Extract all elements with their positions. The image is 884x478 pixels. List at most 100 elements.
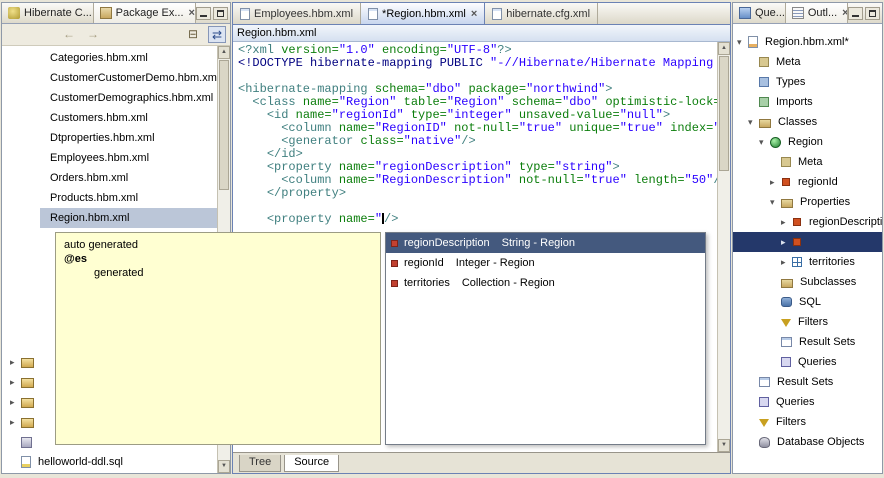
outline-item[interactable]: Meta [733,152,882,172]
code-token: name= [303,95,339,109]
package-explorer-item[interactable]: helloworld-ddl.sql [2,452,217,472]
tab-hibernate-configurations[interactable]: Hibernate C... [2,3,94,23]
package-explorer-item[interactable]: Dtproperties.hbm.xml [2,128,217,148]
tab-outline[interactable]: Outl... × [786,3,848,23]
editor-tab-label: hibernate.cfg.xml [506,8,590,20]
page-tab-tree[interactable]: Tree [239,455,281,472]
package-explorer-item[interactable]: Region.hbm.xml [2,208,217,228]
outline-item[interactable]: Imports [733,92,882,112]
meta-icon [759,57,769,67]
outline-item[interactable]: Result Sets [733,372,882,392]
page-tab-source[interactable]: Source [284,455,339,472]
outline-item[interactable]: Types [733,72,882,92]
collapsed-arrow-icon[interactable]: ▸ [10,357,21,368]
expanded-arrow-icon[interactable]: ▾ [759,137,770,148]
tree-item-label [38,361,44,363]
collapsed-arrow-icon[interactable]: ▸ [10,417,21,428]
outline-item[interactable]: Queries [733,392,882,412]
close-icon[interactable]: × [471,8,477,20]
code-token: "-//Hibernate/Hibernate Mapping DTD 3.0/… [490,56,717,70]
package-explorer-item[interactable]: Categories.hbm.xml [2,48,217,68]
outline-item[interactable]: ▾Classes [733,112,882,132]
code-token: "true" [584,173,627,187]
xml-file-icon [240,8,250,20]
outline-icon [792,7,804,19]
collapse-all-icon[interactable]: ⊟ [184,26,202,43]
outline-item[interactable]: SQL [733,292,882,312]
forward-icon[interactable]: → [84,26,102,43]
editor-breadcrumb: Region.hbm.xml [233,25,730,42]
code-token: unique= [569,121,619,135]
tab-queries[interactable]: Que... [733,3,786,23]
package-explorer-item[interactable]: Customers.hbm.xml [2,108,217,128]
package-explorer-item[interactable]: Employees.hbm.xml [2,148,217,168]
package-explorer-item[interactable]: Products.hbm.xml [2,188,217,208]
editor-tab-hibernate-cfg[interactable]: hibernate.cfg.xml [485,3,598,24]
scrollbar-thumb[interactable] [719,56,729,171]
outline-item[interactable]: Database Objects [733,432,882,452]
autocomplete-item-name: territories [404,277,450,289]
collapsed-arrow-icon[interactable]: ▸ [770,177,781,188]
back-icon[interactable]: ← [60,26,78,43]
package-explorer-item[interactable]: Orders.hbm.xml [2,168,217,188]
outline-item[interactable]: ▾Properties [733,192,882,212]
editor-tab-region[interactable]: *Region.hbm.xml × [361,3,485,24]
minimize-icon[interactable] [848,7,863,20]
editor-scrollbar[interactable]: ▲ ▼ [717,42,730,452]
outline-item[interactable]: Subclasses [733,272,882,292]
package-explorer-item[interactable]: CustomerDemographics.hbm.xml [2,88,217,108]
code-line[interactable]: </property> [233,187,717,200]
code-token [238,186,267,200]
scrollbar-thumb[interactable] [219,60,229,190]
outline-item[interactable]: ▸ [733,232,882,252]
autocomplete-item[interactable]: regionDescriptionString - Region [386,233,705,253]
outline-item[interactable]: Result Sets [733,332,882,352]
outline-item[interactable]: ▾Region [733,132,882,152]
outline-item[interactable]: ▾Region.hbm.xml* [733,32,882,52]
collapsed-arrow-icon[interactable]: ▸ [781,237,792,248]
outline-item[interactable]: ▸regionDescription [733,212,882,232]
outline-item[interactable]: Filters [733,412,882,432]
code-token: "RegionID" [375,121,447,135]
scroll-down-icon[interactable]: ▼ [218,460,230,473]
expanded-arrow-icon[interactable]: ▾ [748,117,759,128]
code-line[interactable]: <!DOCTYPE hibernate-mapping PUBLIC "-//H… [233,57,717,70]
tree-item-label: Subclasses [797,275,859,289]
code-token [238,134,281,148]
collapsed-arrow-icon[interactable]: ▸ [781,257,792,268]
tree-item-label: Database Objects [774,435,867,449]
maximize-icon[interactable] [865,7,880,20]
scroll-up-icon[interactable]: ▲ [718,42,730,55]
autocomplete-item[interactable]: territoriesCollection - Region [386,273,705,293]
collapsed-arrow-icon[interactable]: ▸ [10,397,21,408]
outline-item[interactable]: Meta [733,52,882,72]
outline-item[interactable]: ▸regionId [733,172,882,192]
code-token: <column [281,173,339,187]
tree-item-label: Meta [795,155,825,169]
code-line[interactable]: <generator class="native"/> [233,135,717,148]
tree-item-label: SQL [796,295,824,309]
minimize-icon[interactable] [196,7,211,20]
code-token: > [613,160,620,174]
code-line[interactable]: <property name="/> [233,213,717,226]
collapsed-arrow-icon[interactable]: ▸ [781,217,792,228]
collapsed-arrow-icon[interactable]: ▸ [10,377,21,388]
scroll-up-icon[interactable]: ▲ [218,46,230,59]
outline-item[interactable]: Filters [733,312,882,332]
outline-item[interactable]: ▸territories [733,252,882,272]
package-explorer-item[interactable]: CustomerCustomerDemo.hbm.xml [2,68,217,88]
autocomplete-item[interactable]: regionIdInteger - Region [386,253,705,273]
maximize-icon[interactable] [213,7,228,20]
link-with-editor-icon[interactable]: ⇄ [208,26,226,43]
close-icon[interactable]: × [189,7,195,19]
db-icon [759,437,770,448]
editor-tab-employees[interactable]: Employees.hbm.xml [233,3,361,24]
code-token: "dbo" [562,95,598,109]
scroll-down-icon[interactable]: ▼ [718,439,730,452]
tooltip-text: auto generated [64,238,372,252]
outline-item[interactable]: Queries [733,352,882,372]
expanded-arrow-icon[interactable]: ▾ [737,37,748,48]
code-token [447,121,454,135]
tab-package-explorer[interactable]: Package Ex... × [94,3,196,23]
expanded-arrow-icon[interactable]: ▾ [770,197,781,208]
